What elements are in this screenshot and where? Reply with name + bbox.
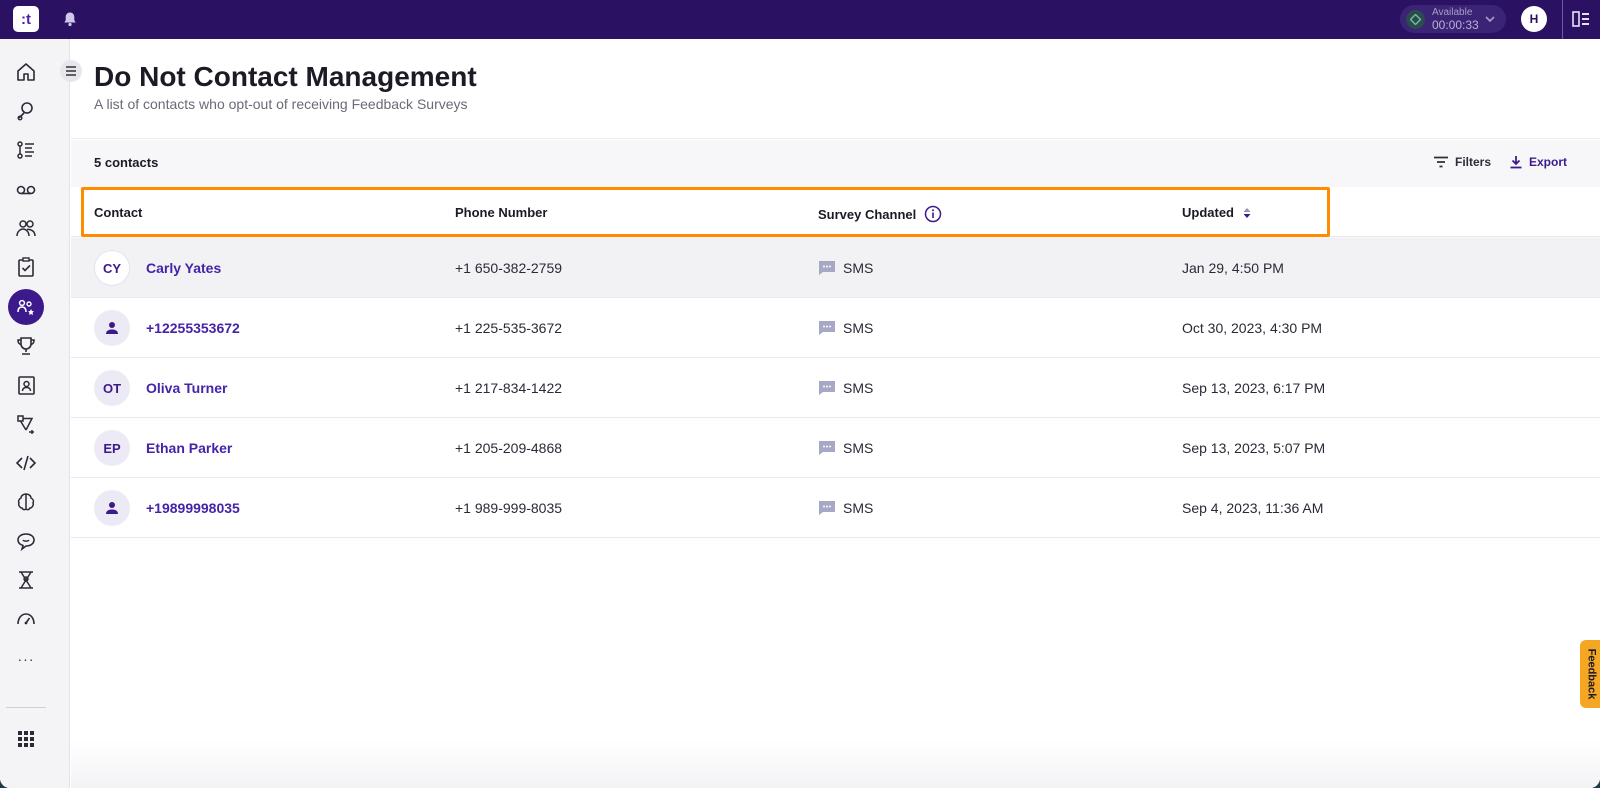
team-icon[interactable] (8, 210, 44, 246)
table-row[interactable]: OT Oliva Turner +1 217-834-1422 SMS Sep … (71, 358, 1600, 418)
contact-name-link[interactable]: Ethan Parker (146, 440, 232, 456)
column-header-channel[interactable]: Survey Channel (818, 205, 942, 223)
page-title: Do Not Contact Management (94, 61, 477, 92)
sms-chat-icon (819, 381, 835, 395)
user-avatar[interactable]: H (1521, 6, 1547, 32)
channel-label: SMS (843, 500, 874, 516)
table-row[interactable]: +19899998035 +1 989-999-8035 SMS Sep 4, … (71, 478, 1600, 538)
filters-label: Filters (1455, 155, 1492, 169)
table-header: Contact Phone Number Survey Channel Upda… (71, 187, 1600, 237)
table-row[interactable]: EP Ethan Parker +1 205-209-4868 SMS Sep … (71, 418, 1600, 478)
channel-label: SMS (843, 440, 874, 456)
channel-label: SMS (843, 260, 874, 276)
updated-date: Sep 4, 2023, 11:36 AM (1182, 500, 1324, 516)
updated-date: Oct 30, 2023, 4:30 PM (1182, 320, 1323, 336)
tasks-icon[interactable] (8, 249, 44, 285)
table-row[interactable]: CY Carly Yates +1 650-382-2759 SMS Jan 2… (71, 238, 1600, 298)
app-frame: :t Available 00:00:33 H ··· Do Not Conta… (0, 0, 1600, 788)
column-header-phone[interactable]: Phone Number (455, 205, 547, 220)
updated-date: Sep 13, 2023, 5:07 PM (1182, 440, 1326, 456)
survey-channel: SMS (818, 380, 873, 396)
bell-icon[interactable] (62, 11, 78, 27)
sms-chat-icon (819, 441, 835, 455)
phone-number: +1 217-834-1422 (455, 380, 563, 396)
nav-divider (6, 707, 46, 708)
updated-date: Jan 29, 4:50 PM (1182, 260, 1284, 276)
more-nav-button[interactable]: ··· (8, 651, 44, 667)
inbox-icon[interactable] (8, 93, 44, 129)
export-label: Export (1529, 155, 1568, 169)
chevron-down-icon (1485, 16, 1495, 23)
home-icon[interactable] (8, 54, 44, 90)
survey-channel: SMS (818, 500, 873, 516)
agent-status-dropdown[interactable]: Available 00:00:33 (1400, 5, 1506, 33)
contact-avatar (94, 490, 130, 526)
download-icon (1510, 156, 1522, 169)
phone-number: +1 650-382-2759 (455, 260, 563, 276)
contact-avatar: CY (94, 250, 130, 286)
channel-label: SMS (843, 320, 874, 336)
contact-avatar (94, 310, 130, 346)
column-header-channel-label: Survey Channel (818, 206, 917, 222)
app-logo[interactable]: :t (13, 6, 39, 32)
sms-chat-icon (819, 321, 835, 335)
topbar-divider (1562, 0, 1563, 39)
queue-icon[interactable] (8, 132, 44, 168)
table-row[interactable]: +12255353672 +1 225-535-3672 SMS Oct 30,… (71, 298, 1600, 358)
filters-button[interactable]: Filters (1433, 151, 1491, 173)
column-header-contact[interactable]: Contact (94, 205, 142, 220)
contact-avatar: OT (94, 370, 130, 406)
feedback-tab[interactable]: Feedback (1580, 640, 1600, 708)
feedback-label: Feedback (1585, 648, 1597, 700)
survey-channel: SMS (818, 320, 873, 336)
page-subtitle: A list of contacts who opt-out of receiv… (94, 96, 468, 112)
survey-channel: SMS (818, 260, 873, 276)
gauge-icon[interactable] (8, 601, 44, 637)
status-diamond-icon (1406, 10, 1425, 29)
contact-name-link[interactable]: +12255353672 (146, 320, 240, 336)
sort-icon[interactable] (1242, 207, 1252, 219)
bottom-fade (71, 740, 1600, 788)
status-timer: 00:00:33 (1432, 18, 1479, 32)
contact-name-link[interactable]: Carly Yates (146, 260, 221, 276)
person-icon (106, 502, 118, 514)
sms-chat-icon (819, 501, 835, 515)
column-header-updated[interactable]: Updated (1182, 205, 1252, 220)
sms-chat-icon (819, 261, 835, 275)
top-bar: :t Available 00:00:33 H (0, 0, 1600, 39)
person-icon (106, 322, 118, 334)
menu-icon (66, 66, 76, 76)
export-button[interactable]: Export (1509, 151, 1567, 173)
phone-number: +1 205-209-4868 (455, 440, 563, 456)
collapse-nav-button[interactable] (60, 60, 82, 82)
column-header-updated-label: Updated (1182, 205, 1234, 220)
channel-label: SMS (843, 380, 874, 396)
contact-name-link[interactable]: +19899998035 (146, 500, 240, 516)
side-panel-icon[interactable] (1572, 11, 1590, 27)
do-not-contact-icon[interactable] (8, 289, 44, 325)
contact-name-link[interactable]: Oliva Turner (146, 380, 227, 396)
phone-number: +1 989-999-8035 (455, 500, 563, 516)
conversation-icon[interactable] (8, 523, 44, 559)
ai-brain-icon[interactable] (8, 484, 44, 520)
info-icon[interactable] (924, 205, 942, 223)
contact-avatar: EP (94, 430, 130, 466)
phone-number: +1 225-535-3672 (455, 320, 563, 336)
updated-date: Sep 13, 2023, 6:17 PM (1182, 380, 1326, 396)
voicemail-icon[interactable] (8, 171, 44, 207)
filter-icon (1434, 156, 1448, 168)
apps-grid-icon[interactable] (8, 721, 44, 757)
contact-count: 5 contacts (94, 155, 159, 170)
training-icon[interactable] (8, 562, 44, 598)
trophy-icon[interactable] (8, 328, 44, 364)
code-icon[interactable] (8, 445, 44, 481)
page-header: Do Not Contact Management A list of cont… (71, 39, 1600, 139)
workflow-icon[interactable] (8, 406, 44, 442)
survey-channel: SMS (818, 440, 873, 456)
side-nav: ··· (0, 39, 70, 788)
contacts-book-icon[interactable] (8, 367, 44, 403)
